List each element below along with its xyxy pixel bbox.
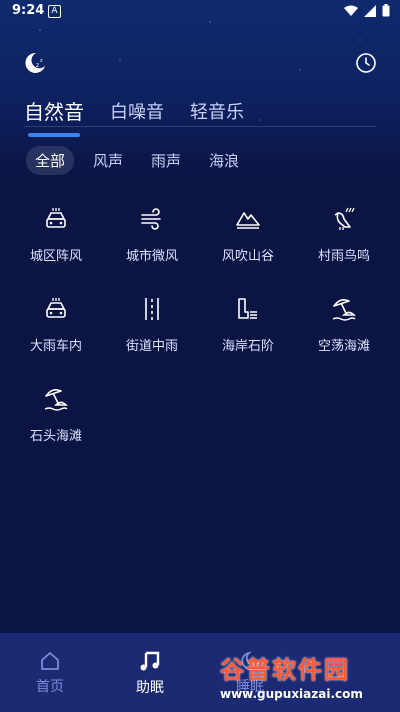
- sound-item[interactable]: 石头海滩: [8, 385, 104, 444]
- filter-all[interactable]: 全部: [26, 146, 75, 175]
- moon-logo-icon: z z: [25, 52, 45, 73]
- sound-item[interactable]: 风吹山谷: [200, 205, 296, 264]
- sound-label: 大雨车内: [29, 339, 82, 354]
- watermark-url: www.gupuxiazai.com: [220, 687, 363, 701]
- nav-home[interactable]: 首页: [10, 650, 90, 696]
- svg-text:z: z: [40, 58, 43, 64]
- sound-label: 街道中雨: [125, 339, 178, 354]
- stairs-icon: [238, 298, 257, 319]
- watermark-title: 谷普软件园: [220, 656, 350, 684]
- nav-label: 首页: [36, 678, 64, 695]
- street-icon: [145, 298, 159, 320]
- sound-item[interactable]: 街道中雨: [104, 295, 200, 354]
- sound-item[interactable]: 大雨车内: [8, 295, 104, 354]
- status-time: 9:24: [12, 3, 45, 18]
- battery-icon: [382, 4, 390, 17]
- nav-label: 助眠: [136, 679, 164, 696]
- status-bar: 9:24 A: [0, 0, 400, 24]
- sound-label: 城市微风: [125, 249, 178, 264]
- beach-icon: [44, 389, 68, 411]
- car-rain-icon: [46, 298, 66, 318]
- car-rain-icon: [46, 208, 66, 228]
- home-icon: [41, 651, 59, 670]
- sound-label: 村雨鸟鸣: [317, 249, 370, 264]
- sound-label: 风吹山谷: [221, 249, 274, 264]
- sound-grid: 城区阵风 城市微风 风吹山谷 村雨鸟鸣 大雨车内 街道中雨 海岸石阶 空荡海滩 …: [8, 205, 392, 444]
- category-tabs: 自然音 白噪音 轻音乐: [24, 96, 244, 137]
- tab-light-music[interactable]: 轻音乐: [190, 98, 244, 135]
- sound-item[interactable]: 村雨鸟鸣: [296, 205, 392, 264]
- filter-rain[interactable]: 雨声: [142, 146, 190, 175]
- sound-label: 石头海滩: [29, 429, 82, 444]
- svg-text:z: z: [36, 62, 39, 69]
- filter-chips: 全部 风声 雨声 海浪: [26, 146, 248, 175]
- sound-item[interactable]: 空荡海滩: [296, 295, 392, 354]
- tabs-divider: [24, 126, 376, 127]
- status-icons: [344, 4, 390, 17]
- notification-icon: A: [48, 5, 61, 18]
- nav-sleep-aid[interactable]: 助眠: [110, 649, 190, 697]
- beach-icon: [332, 299, 356, 321]
- clock-icon[interactable]: [355, 52, 377, 74]
- filter-wind[interactable]: 风声: [84, 146, 132, 175]
- mountain-icon: [236, 212, 260, 229]
- filter-waves[interactable]: 海浪: [200, 146, 248, 175]
- tab-nature[interactable]: 自然音: [24, 96, 84, 137]
- sound-label: 空荡海滩: [317, 339, 370, 354]
- sound-label: 海岸石阶: [221, 339, 274, 354]
- sound-label: 城区阵风: [29, 249, 82, 264]
- wind-icon: [141, 208, 161, 230]
- sound-item[interactable]: 城市微风: [104, 205, 200, 264]
- sound-item[interactable]: 海岸石阶: [200, 295, 296, 354]
- signal-icon: [364, 4, 376, 17]
- watermark: 谷普软件园 www.gupuxiazai.com: [220, 650, 396, 704]
- bird-rain-icon: [334, 207, 355, 230]
- music-icon: [140, 651, 160, 670]
- tab-white-noise[interactable]: 白噪音: [110, 98, 164, 135]
- wifi-icon: [344, 5, 358, 16]
- sound-item[interactable]: 城区阵风: [8, 205, 104, 264]
